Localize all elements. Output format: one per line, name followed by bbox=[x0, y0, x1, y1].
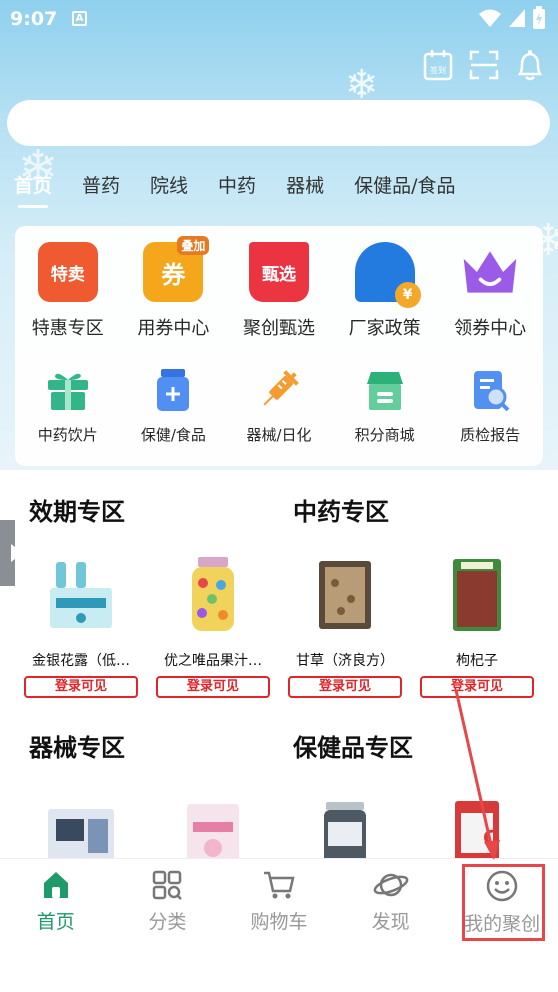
jar-icon bbox=[149, 366, 197, 414]
status-bar: 9:07 A bbox=[0, 0, 558, 38]
nav-category[interactable]: 分类 bbox=[112, 859, 224, 938]
category-tabs: 首页 普药 院线 中药 器械 保健品/食品 bbox=[14, 166, 485, 208]
product-name: 甘草（济良方） bbox=[296, 653, 394, 669]
zone-chinese-medicine: 中药专区 甘草（济良方） 登录可见 枸杞子 登录可见 bbox=[279, 474, 543, 704]
shortcut-points-mall[interactable]: 积分商城 bbox=[332, 366, 438, 445]
factory-policy-icon: ¥ bbox=[354, 242, 421, 308]
keyboard-a-icon: A bbox=[72, 11, 87, 26]
crown-icon bbox=[460, 242, 520, 302]
tab-hospital-line[interactable]: 院线 bbox=[150, 171, 188, 198]
shortcut-label: 领券中心 bbox=[454, 318, 527, 339]
sign-in-label: 签到 bbox=[430, 65, 446, 75]
product-card[interactable]: 甘草（济良方） 登录可见 bbox=[288, 550, 402, 698]
shortcut-coupon-center[interactable]: 券 叠加 用券中心 bbox=[121, 236, 227, 340]
signal-icon bbox=[509, 9, 525, 27]
sale-icon: 特卖 bbox=[37, 242, 98, 302]
sign-in-button[interactable]: 签到 bbox=[422, 48, 454, 82]
cart-select-icon: 甄选 bbox=[248, 242, 309, 302]
gift-box-icon bbox=[44, 366, 92, 414]
product-image bbox=[439, 550, 515, 640]
tab-general-medicine[interactable]: 普药 bbox=[82, 171, 120, 198]
shortcut-label: 厂家政策 bbox=[348, 318, 421, 339]
highlight-box bbox=[462, 864, 545, 941]
shortcut-label: 用券中心 bbox=[137, 318, 210, 339]
tab-chinese-medicine[interactable]: 中药 bbox=[218, 171, 256, 198]
tab-home[interactable]: 首页 bbox=[14, 171, 52, 208]
store-icon bbox=[361, 366, 409, 414]
login-to-view-button[interactable]: 登录可见 bbox=[420, 676, 534, 698]
shortcut-panel: 特卖 特惠专区 券 叠加 用券中心 甄选 聚创甄选 ¥ 厂家政策 领券中心 中药… bbox=[15, 226, 543, 466]
shortcut-label: 特惠专区 bbox=[31, 318, 104, 339]
product-card[interactable]: 优之唯品果汁… 登录可见 bbox=[156, 550, 270, 698]
cart-icon bbox=[263, 871, 295, 899]
product-name: 金银花露（低… bbox=[32, 653, 130, 669]
product-image bbox=[307, 550, 383, 640]
coupon-icon: 券 叠加 bbox=[143, 236, 210, 302]
svg-text:C: C bbox=[483, 826, 498, 850]
yen-badge: ¥ bbox=[394, 282, 421, 308]
product-name: 优之唯品果汁… bbox=[164, 653, 262, 669]
zone-title[interactable]: 保健品专区 bbox=[293, 728, 413, 763]
nav-discover[interactable]: 发现 bbox=[335, 859, 447, 938]
shortcut-herbal-pieces[interactable]: 中药饮片 bbox=[15, 366, 121, 445]
category-grid-icon bbox=[153, 870, 183, 900]
battery-icon bbox=[533, 6, 545, 29]
shortcut-factory-policy[interactable]: ¥ 厂家政策 bbox=[332, 242, 438, 340]
stack-badge: 叠加 bbox=[177, 236, 210, 255]
shortcut-label: 聚创甄选 bbox=[242, 318, 315, 339]
shortcut-get-coupons[interactable]: 领券中心 bbox=[437, 242, 543, 340]
top-actions: 签到 bbox=[422, 48, 546, 82]
nav-label: 分类 bbox=[148, 911, 187, 933]
bell-icon bbox=[517, 50, 543, 81]
product-card[interactable]: 金银花露（低… 登录可见 bbox=[24, 550, 138, 698]
login-to-view-button[interactable]: 登录可见 bbox=[24, 676, 138, 698]
shortcut-label: 中药饮片 bbox=[37, 426, 98, 444]
shortcut-label: 质检报告 bbox=[460, 426, 521, 444]
tab-health-food[interactable]: 保健品/食品 bbox=[354, 171, 455, 198]
shortcut-health-food[interactable]: 保健/食品 bbox=[121, 366, 227, 445]
cart-select-icon-text: 甄选 bbox=[261, 264, 296, 285]
product-image bbox=[43, 550, 119, 640]
shortcut-jc-select[interactable]: 甄选 聚创甄选 bbox=[226, 242, 332, 340]
nav-label: 发现 bbox=[371, 911, 410, 933]
zone-title[interactable]: 效期专区 bbox=[29, 492, 125, 527]
sale-icon-text: 特卖 bbox=[50, 264, 85, 285]
zone-expiry: 效期专区 金银花露（低… 登录可见 优之唯品果汁… 登录可见 bbox=[15, 474, 279, 704]
shortcut-label: 器械/日化 bbox=[246, 426, 312, 444]
tab-devices[interactable]: 器械 bbox=[286, 171, 324, 198]
product-name: 枸杞子 bbox=[456, 653, 498, 669]
zone-health-products: 保健品专区 C bbox=[279, 710, 543, 870]
status-time: 9:07 bbox=[10, 8, 58, 30]
planet-icon bbox=[373, 873, 408, 897]
product-card[interactable]: 枸杞子 登录可见 bbox=[420, 550, 534, 698]
report-icon bbox=[466, 366, 514, 414]
syringe-icon bbox=[255, 366, 303, 414]
login-to-view-button[interactable]: 登录可见 bbox=[288, 676, 402, 698]
zones-panel: 效期专区 金银花露（低… 登录可见 优之唯品果汁… 登录可见 中药专区 甘草（济… bbox=[15, 474, 543, 874]
zone-title[interactable]: 中药专区 bbox=[293, 492, 389, 527]
shortcut-special-offer[interactable]: 特卖 特惠专区 bbox=[15, 242, 121, 340]
nav-cart[interactable]: 购物车 bbox=[223, 859, 335, 938]
scan-icon bbox=[469, 50, 499, 80]
nav-home[interactable]: 首页 bbox=[0, 859, 112, 938]
scan-button[interactable] bbox=[468, 48, 500, 82]
shortcut-devices-daily[interactable]: 器械/日化 bbox=[226, 366, 332, 445]
zone-devices: 器械专区 bbox=[15, 710, 279, 870]
product-image bbox=[175, 550, 251, 640]
login-to-view-button[interactable]: 登录可见 bbox=[156, 676, 270, 698]
shortcut-label: 保健/食品 bbox=[140, 426, 206, 444]
coupon-icon-text: 券 bbox=[161, 260, 186, 289]
shortcut-qc-report[interactable]: 质检报告 bbox=[437, 366, 543, 445]
calendar-sign-icon: 签到 bbox=[423, 50, 453, 81]
home-icon bbox=[43, 872, 68, 898]
zone-title[interactable]: 器械专区 bbox=[29, 728, 125, 763]
wifi-icon bbox=[479, 9, 501, 27]
nav-label: 首页 bbox=[36, 911, 75, 933]
shortcut-label: 积分商城 bbox=[354, 426, 415, 444]
notification-button[interactable] bbox=[514, 48, 546, 82]
search-input[interactable] bbox=[7, 100, 550, 146]
nav-label: 购物车 bbox=[250, 911, 308, 933]
